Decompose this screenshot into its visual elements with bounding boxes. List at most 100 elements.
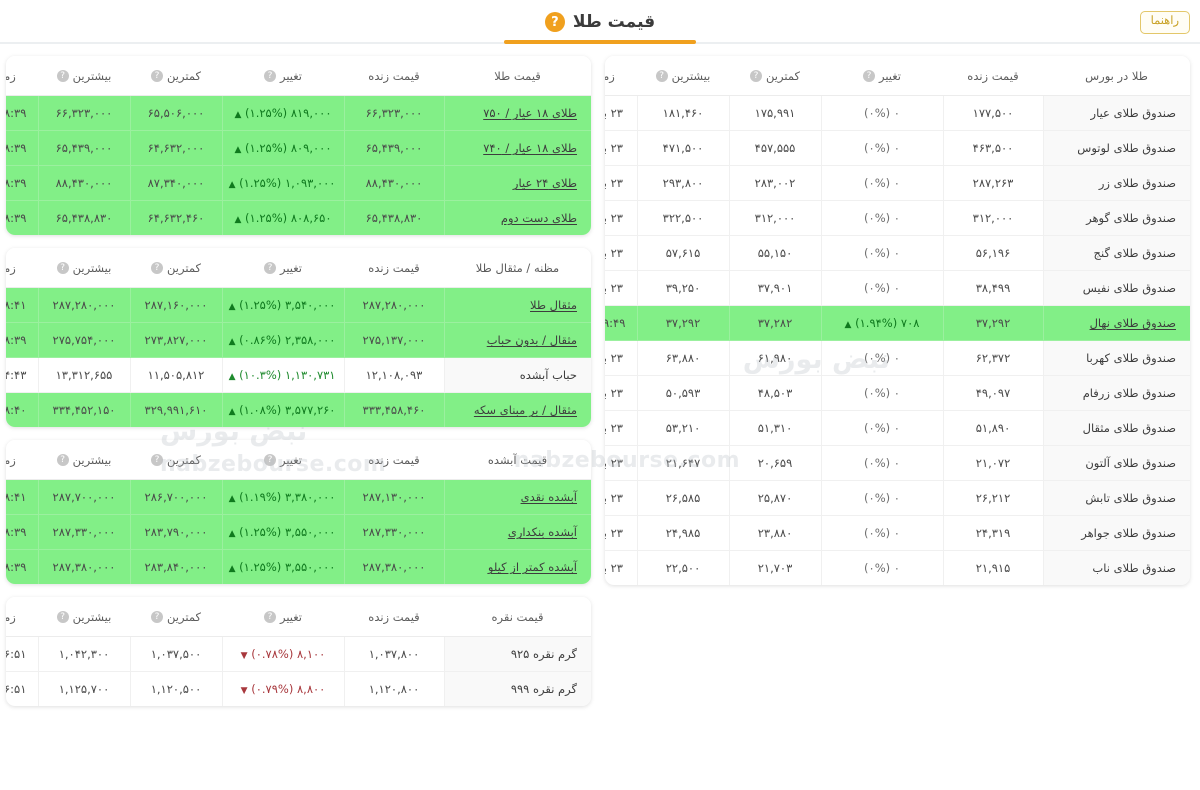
high-help-icon[interactable]: ?: [56, 611, 69, 623]
row-live-price: ۵۶,۱۹۶: [942, 235, 1043, 271]
help-icon[interactable]: ?: [544, 12, 565, 32]
row-name[interactable]: صندوق طلای نفیس: [1042, 270, 1190, 306]
table-row[interactable]: مثقال / بر مبنای سکه ۳۳۳,۴۵۸,۴۶۰ ۳,۵۷۷,۲۶۰…: [6, 392, 591, 427]
row-name[interactable]: مثقال / بر مبنای سکه: [443, 392, 591, 427]
high-help-icon[interactable]: ?: [56, 454, 69, 466]
table-row[interactable]: صندوق طلای مثقال ۵۱,۸۹۰ ۰ (۰%) ۵۱,۳۱۰ ۵۳,۲۱۰…: [605, 410, 1190, 446]
table-row[interactable]: صندوق طلای نهال ۳۷,۲۹۲ ۷۰۸ (۱.۹۴%) ▲ ۳۷,۲۸۲…: [605, 305, 1190, 341]
low-help-icon[interactable]: ?: [151, 454, 164, 466]
table-row[interactable]: صندوق طلای نفیس ۳۸,۴۹۹ ۰ (۰%) ۳۷,۹۰۱ ۳۹,۲۵۰ ۲…: [605, 270, 1190, 306]
table-row[interactable]: صندوق طلای گوهر ۳۱۲,۰۰۰ ۰ (۰%) ۳۱۲,۰۰۰ ۳۲۲,۵…: [605, 200, 1190, 236]
table-row[interactable]: طلای ۱۸ عیار / ۷۵۰ ۶۶,۳۲۳,۰۰۰ ۸۱۹,۰۰۰ (۱.۲…: [6, 95, 591, 131]
col-header-change: تغییر?: [222, 440, 344, 480]
row-low: ۳۷,۹۰۱: [728, 270, 821, 306]
table-row[interactable]: صندوق طلای آلتون ۲۱,۰۷۲ ۰ (۰%) ۲۰,۶۵۹ ۲۱,۶۴۷…: [605, 445, 1190, 481]
change-help-icon[interactable]: ?: [862, 70, 875, 82]
table-row[interactable]: صندوق طلای لوتوس ۴۶۳,۵۰۰ ۰ (۰%) ۴۵۷,۵۵۵ ۴۷۱,…: [605, 130, 1190, 166]
row-time: ۱۱:۱۸:۴۱: [6, 287, 38, 323]
row-live-price: ۱,۱۲۰,۸۰۰: [343, 671, 444, 706]
row-live-price: ۲۸۷,۲۸۰,۰۰۰: [343, 287, 444, 323]
up-arrow-icon: ▲: [844, 320, 852, 330]
col-header-time: زمان: [605, 56, 637, 96]
col-header-time: زمان: [6, 56, 38, 96]
row-name[interactable]: طلای ۱۸ عیار / ۷۴۰: [443, 130, 591, 166]
row-name[interactable]: مثقال / بدون حباب: [443, 322, 591, 358]
row-high: ۲۶,۵۸۵: [636, 480, 729, 516]
high-help-icon[interactable]: ?: [655, 70, 668, 82]
table-row[interactable]: صندوق طلای کهربا ۶۲,۳۷۲ ۰ (۰%) ۶۱,۹۸۰ ۶۳,۸۸۰…: [605, 340, 1190, 376]
row-time: ۲۳ بهمن: [605, 480, 637, 516]
row-name[interactable]: صندوق طلای زرفام: [1042, 375, 1190, 411]
table-row[interactable]: صندوق طلای تابش ۲۶,۲۱۲ ۰ (۰%) ۲۵,۸۷۰ ۲۶,۵۸۵ ۲…: [605, 480, 1190, 516]
table-row[interactable]: صندوق طلای ناب ۲۱,۹۱۵ ۰ (۰%) ۲۱,۷۰۳ ۲۲,۵۰۰ ۲۳…: [605, 550, 1190, 585]
table-row[interactable]: صندوق طلای گنج ۵۶,۱۹۶ ۰ (۰%) ۵۵,۱۵۰ ۵۷,۶۱۵ ۲۳…: [605, 235, 1190, 271]
table-row[interactable]: صندوق طلای عیار ۱۷۷,۵۰۰ ۰ (۰%) ۱۷۵,۹۹۱ ۱۸۱,۴…: [605, 95, 1190, 131]
table-row[interactable]: آبشده کمتر از کیلو ۲۸۷,۳۸۰,۰۰۰ ۳,۵۵۰,۰۰۰ (…: [6, 549, 591, 584]
page-title: قیمت طلا: [572, 12, 656, 32]
table-row[interactable]: طلای ۱۸ عیار / ۷۴۰ ۶۵,۴۳۹,۰۰۰ ۸۰۹,۰۰۰ (۱.۲…: [6, 130, 591, 166]
row-live-price: ۲۸۷,۱۳۰,۰۰۰: [343, 479, 444, 515]
row-low: ۲۸۳,۰۰۲: [728, 165, 821, 201]
row-name[interactable]: آبشده بنکداری: [443, 514, 591, 550]
row-name[interactable]: صندوق طلای عیار: [1042, 95, 1190, 131]
table-row[interactable]: حباب آبشده ۱۲,۱۰۸,۰۹۳ ۱,۱۳۰,۷۳۱ (۱۰.۳%) ▲ ۱…: [6, 357, 591, 393]
table-row[interactable]: صندوق طلای زر ۲۸۷,۲۶۳ ۰ (۰%) ۲۸۳,۰۰۲ ۲۹۳,۸۰۰…: [605, 165, 1190, 201]
low-help-icon[interactable]: ?: [151, 70, 164, 82]
change-help-icon[interactable]: ?: [263, 70, 276, 82]
row-time: ۲۳ بهمن: [605, 95, 637, 131]
row-name[interactable]: صندوق طلای کهربا: [1042, 340, 1190, 376]
col-header-low: کمترین?: [729, 56, 821, 96]
table-row[interactable]: طلای ۲۴ عیار ۸۸,۴۳۰,۰۰۰ ۱,۰۹۳,۰۰۰ (۱.۲۵%) …: [6, 165, 591, 201]
table-row[interactable]: صندوق طلای زرفام ۴۹,۰۹۷ ۰ (۰%) ۴۸,۵۰۳ ۵۰,۵۹۳…: [605, 375, 1190, 411]
table-row[interactable]: طلای دست دوم ۶۵,۴۳۸,۸۳۰ ۸۰۸,۶۵۰ (۱.۲۵%) ▲ ۶…: [6, 200, 591, 235]
row-name[interactable]: مثقال طلا: [443, 287, 591, 323]
row-name[interactable]: آبشده نقدی: [443, 479, 591, 515]
row-name[interactable]: صندوق طلای گوهر: [1042, 200, 1190, 236]
row-name[interactable]: صندوق طلای ناب: [1042, 550, 1190, 585]
row-high: ۱,۰۴۲,۳۰۰: [37, 636, 130, 672]
high-help-icon[interactable]: ?: [56, 70, 69, 82]
row-low: ۵۵,۱۵۰: [728, 235, 821, 271]
row-low: ۲۸۳,۸۴۰,۰۰۰: [129, 549, 222, 584]
row-name[interactable]: طلای ۱۸ عیار / ۷۵۰: [443, 95, 591, 131]
high-help-icon[interactable]: ?: [56, 262, 69, 274]
row-name[interactable]: صندوق طلای آلتون: [1042, 445, 1190, 481]
row-name[interactable]: صندوق طلای جواهر: [1042, 515, 1190, 551]
row-time: ۱۱:۱۸:۳۹: [6, 165, 38, 201]
row-name[interactable]: صندوق طلای گنج: [1042, 235, 1190, 271]
row-live-price: ۳۱۲,۰۰۰: [942, 200, 1043, 236]
col-header-time: زمان: [6, 248, 38, 288]
row-name[interactable]: آبشده کمتر از کیلو: [443, 549, 591, 584]
table-row[interactable]: مثقال طلا ۲۸۷,۲۸۰,۰۰۰ ۳,۵۴۰,۰۰۰ (۱.۲۵%) ▲ ۲…: [6, 287, 591, 323]
row-name[interactable]: گرم نقره ۹۹۹: [443, 671, 591, 706]
row-name[interactable]: صندوق طلای نهال: [1042, 305, 1190, 341]
table-row[interactable]: گرم نقره ۹۲۵ ۱,۰۳۷,۸۰۰ ۸,۱۰۰ (۰.۷۸%) ▼ ۱,۰۳…: [6, 636, 591, 672]
row-name[interactable]: طلای دست دوم: [443, 200, 591, 235]
row-change: ۳,۵۵۰,۰۰۰ (۱.۲۵%) ▲: [221, 514, 344, 550]
row-low: ۴۵۷,۵۵۵: [728, 130, 821, 166]
row-name[interactable]: حباب آبشده: [443, 357, 591, 393]
table-row[interactable]: آبشده بنکداری ۲۸۷,۳۳۰,۰۰۰ ۳,۵۵۰,۰۰۰ (۱.۲۵%…: [6, 514, 591, 550]
row-high: ۵۰,۵۹۳: [636, 375, 729, 411]
row-high: ۲۸۷,۳۸۰,۰۰۰: [37, 549, 130, 584]
row-high: ۳۹,۲۵۰: [636, 270, 729, 306]
change-help-icon[interactable]: ?: [263, 262, 276, 274]
low-help-icon[interactable]: ?: [151, 611, 164, 623]
row-name[interactable]: صندوق طلای زر: [1042, 165, 1190, 201]
row-name[interactable]: گرم نقره ۹۲۵: [443, 636, 591, 672]
table-header-row: قیمت نقره قیمت زنده تغییر? کمترین? بیشترین? ز…: [6, 597, 591, 637]
row-name[interactable]: صندوق طلای لوتوس: [1042, 130, 1190, 166]
row-live-price: ۵۱,۸۹۰: [942, 410, 1043, 446]
change-help-icon[interactable]: ?: [263, 611, 276, 623]
table-row[interactable]: صندوق طلای جواهر ۲۴,۳۱۹ ۰ (۰%) ۲۳,۸۸۰ ۲۴,۹۸۵…: [605, 515, 1190, 551]
table-row[interactable]: گرم نقره ۹۹۹ ۱,۱۲۰,۸۰۰ ۸,۸۰۰ (۰.۷۹%) ▼ ۱,۱۲…: [6, 671, 591, 706]
low-help-icon[interactable]: ?: [151, 262, 164, 274]
row-name[interactable]: صندوق طلای مثقال: [1042, 410, 1190, 446]
table-row[interactable]: آبشده نقدی ۲۸۷,۱۳۰,۰۰۰ ۳,۳۸۰,۰۰۰ (۱.۱۹%) ▲…: [6, 479, 591, 515]
low-help-icon[interactable]: ?: [750, 70, 763, 82]
table-row[interactable]: مثقال / بدون حباب ۲۷۵,۱۳۷,۰۰۰ ۲,۳۵۸,۰۰۰ (۰…: [6, 322, 591, 358]
change-help-icon[interactable]: ?: [263, 454, 276, 466]
row-name[interactable]: صندوق طلای تابش: [1042, 480, 1190, 516]
row-low: ۲۸۳,۷۹۰,۰۰۰: [129, 514, 222, 550]
row-name[interactable]: طلای ۲۴ عیار: [443, 165, 591, 201]
